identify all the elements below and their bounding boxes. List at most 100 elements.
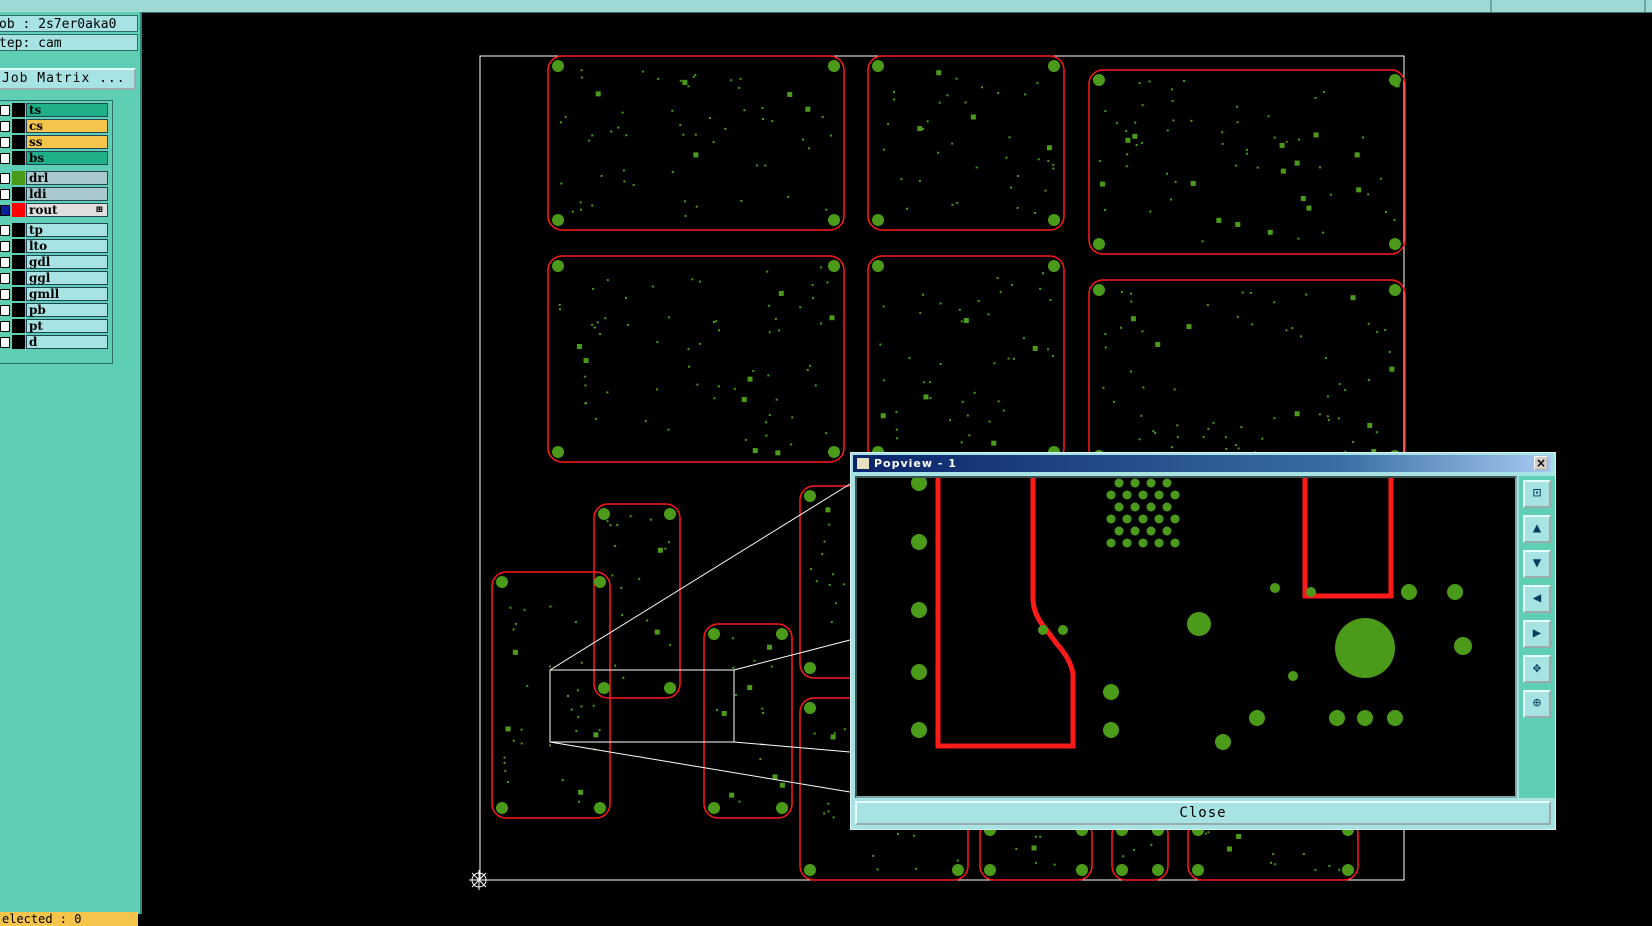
drill-hole bbox=[657, 77, 660, 80]
drill-pad bbox=[872, 214, 884, 226]
zoom-pad bbox=[911, 602, 927, 618]
drill-hole bbox=[744, 438, 747, 441]
drill-hole bbox=[1267, 229, 1273, 235]
drill-hole bbox=[1155, 342, 1161, 348]
drill-hole bbox=[1216, 217, 1222, 223]
pan-left-icon[interactable]: ◀ bbox=[1523, 585, 1551, 613]
pan-down-icon[interactable]: ▼ bbox=[1523, 550, 1551, 578]
zoom-pad bbox=[1103, 684, 1119, 700]
drill-hole bbox=[624, 296, 627, 299]
pan-right-icon[interactable]: ▶ bbox=[1523, 620, 1551, 648]
popview-graphic bbox=[911, 478, 1472, 750]
drill-hole bbox=[1297, 237, 1300, 240]
drill-hole bbox=[1102, 386, 1105, 389]
drill-hole bbox=[880, 413, 886, 419]
drill-hole bbox=[1044, 189, 1047, 192]
drill-hole bbox=[956, 859, 959, 862]
drill-hole bbox=[939, 302, 942, 305]
popview-titlebar[interactable]: Popview - 1 × bbox=[853, 455, 1551, 472]
drill-hole bbox=[812, 297, 815, 300]
drill-hole bbox=[1291, 327, 1294, 330]
drill-hole bbox=[738, 86, 741, 89]
drill-hole bbox=[621, 111, 624, 114]
zoom-pad bbox=[1447, 584, 1463, 600]
drill-hole bbox=[1279, 143, 1285, 149]
zoom-pad-array bbox=[1114, 502, 1124, 512]
drill-hole bbox=[1140, 414, 1143, 417]
drill-hole bbox=[696, 383, 699, 386]
drill-pad bbox=[1389, 238, 1401, 250]
drill-hole bbox=[609, 524, 612, 527]
drill-pad bbox=[1093, 74, 1105, 86]
drill-hole bbox=[843, 728, 846, 731]
drill-hole bbox=[919, 311, 922, 314]
drill-hole bbox=[691, 278, 694, 281]
zoom-pad bbox=[1329, 710, 1345, 726]
zoom-fit-icon[interactable]: ✥ bbox=[1523, 655, 1551, 683]
drill-hole bbox=[1122, 855, 1125, 858]
drill-hole bbox=[1352, 440, 1355, 443]
drill-hole bbox=[906, 207, 909, 210]
drill-hole bbox=[819, 322, 822, 325]
drill-hole bbox=[825, 208, 828, 211]
zoom-window-icon[interactable]: ⊡ bbox=[1523, 480, 1551, 508]
drill-hole bbox=[772, 774, 778, 780]
drill-hole bbox=[747, 685, 753, 691]
drill-hole bbox=[960, 441, 963, 444]
drill-hole bbox=[664, 547, 667, 550]
drill-hole bbox=[1299, 335, 1302, 338]
close-icon[interactable]: × bbox=[1534, 456, 1548, 470]
drill-hole bbox=[1130, 370, 1133, 373]
zoom-pad bbox=[1270, 583, 1280, 593]
zoom-pad bbox=[1058, 625, 1068, 635]
drill-hole bbox=[1152, 430, 1155, 433]
drill-hole bbox=[767, 304, 770, 307]
drill-hole bbox=[1294, 411, 1300, 417]
drill-hole bbox=[823, 812, 826, 815]
drill-hole bbox=[729, 792, 735, 798]
drill-hole bbox=[741, 397, 747, 403]
board-outline bbox=[547, 255, 845, 463]
zoom-pad-array bbox=[1162, 502, 1172, 512]
drill-hole bbox=[775, 398, 778, 401]
drill-hole bbox=[657, 547, 663, 553]
zoom-pad-array bbox=[1170, 514, 1180, 524]
drill-hole bbox=[614, 664, 617, 667]
zoom-center-icon[interactable]: ⊕ bbox=[1523, 690, 1551, 718]
drill-hole bbox=[558, 308, 561, 311]
drill-hole bbox=[694, 133, 697, 136]
drill-hole bbox=[1235, 444, 1238, 447]
drill-hole bbox=[895, 428, 898, 431]
drill-hole bbox=[1010, 186, 1013, 189]
zoom-pad-array bbox=[1146, 502, 1156, 512]
drill-hole bbox=[712, 320, 715, 323]
zoom-pad bbox=[1306, 587, 1316, 597]
drill-hole bbox=[1227, 846, 1233, 852]
drill-hole bbox=[1235, 164, 1238, 167]
drill-hole bbox=[958, 308, 961, 311]
pan-up-icon[interactable]: ▲ bbox=[1523, 515, 1551, 543]
drill-hole bbox=[599, 333, 602, 336]
drill-hole bbox=[564, 115, 567, 118]
drill-pad bbox=[872, 60, 884, 72]
close-button[interactable]: Close bbox=[855, 801, 1551, 825]
drill-hole bbox=[621, 614, 624, 617]
drill-hole bbox=[1174, 180, 1177, 183]
drill-pad bbox=[776, 628, 788, 640]
drill-hole bbox=[1022, 337, 1025, 340]
drill-hole bbox=[1112, 400, 1115, 403]
drill-hole bbox=[708, 116, 711, 119]
drill-pad bbox=[1093, 284, 1105, 296]
drill-hole bbox=[887, 122, 890, 125]
popview-canvas[interactable] bbox=[855, 476, 1517, 798]
drill-hole bbox=[1206, 304, 1209, 307]
drill-pad bbox=[664, 682, 676, 694]
drill-pad bbox=[1048, 260, 1060, 272]
drill-hole bbox=[712, 141, 715, 144]
drill-hole bbox=[1142, 386, 1145, 389]
zoom-pad-array bbox=[1114, 526, 1124, 536]
drill-hole bbox=[1236, 833, 1242, 839]
drill-hole bbox=[585, 402, 588, 405]
drill-hole bbox=[828, 523, 831, 526]
drill-hole bbox=[1012, 357, 1015, 360]
